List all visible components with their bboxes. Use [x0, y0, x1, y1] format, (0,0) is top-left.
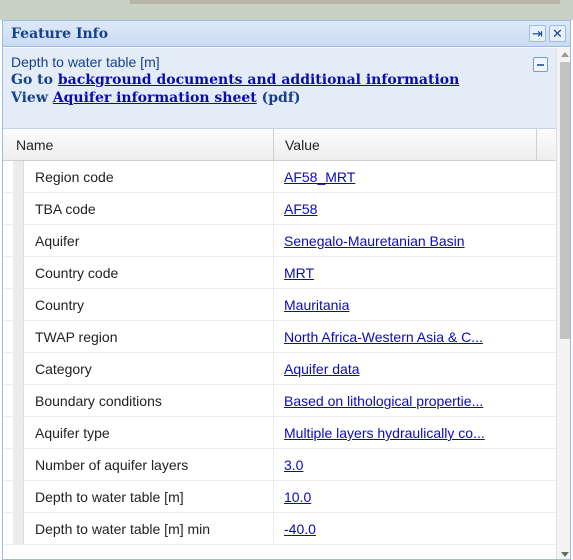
documents-line: Go to background documents and additiona…	[11, 71, 548, 89]
cell-divider	[273, 481, 274, 512]
row-value-link[interactable]: Multiple layers hydraulically co...	[284, 425, 524, 441]
table-row[interactable]: Region code AF58_MRT	[3, 161, 556, 193]
row-handle[interactable]	[13, 353, 24, 384]
column-divider[interactable]	[273, 129, 274, 161]
table-row[interactable]: Number of aquifer layers 3.0	[3, 449, 556, 481]
table-row[interactable]: Boundary conditions Based on lithological…	[3, 385, 556, 417]
documents-prefix: Go to	[11, 72, 58, 88]
cell-divider	[273, 513, 274, 544]
sheet-prefix: View	[11, 90, 53, 106]
cell-divider	[273, 321, 274, 352]
row-handle[interactable]	[13, 257, 24, 288]
column-header-name[interactable]: Name	[16, 137, 53, 153]
cell-divider	[273, 257, 274, 288]
row-name: Category	[35, 361, 92, 377]
row-name: Aquifer	[35, 233, 80, 249]
close-icon[interactable]: ✕	[549, 25, 566, 42]
row-name: TWAP region	[35, 329, 118, 345]
row-value-link[interactable]: Based on lithological propertie...	[284, 393, 524, 409]
row-name: Aquifer type	[35, 425, 110, 441]
table-row[interactable]: Aquifer Senegalo-Mauretanian Basin	[3, 225, 556, 257]
table-row[interactable]: Depth to water table [m] 10.0	[3, 481, 556, 513]
table-row[interactable]: Aquifer type Multiple layers hydraulicall…	[3, 417, 556, 449]
row-value-link[interactable]: AF58_MRT	[284, 169, 524, 185]
layer-info-box: Depth to water table [m] Go to backgroun…	[3, 48, 556, 129]
cell-divider	[273, 449, 274, 480]
table-row[interactable]: Country code MRT	[3, 257, 556, 289]
scroll-up-icon[interactable]	[561, 52, 569, 57]
vertical-scrollbar[interactable]	[556, 48, 570, 559]
row-handle[interactable]	[13, 289, 24, 320]
cell-divider	[273, 417, 274, 448]
cell-divider	[273, 225, 274, 256]
map-background-strip	[0, 0, 573, 20]
row-value-link[interactable]: North Africa-Western Asia & C...	[284, 329, 524, 345]
row-value-link[interactable]: 3.0	[284, 457, 524, 473]
panel-title: Feature Info	[11, 26, 109, 42]
table-row[interactable]: TBA code AF58	[3, 193, 556, 225]
row-name: Region code	[35, 169, 114, 185]
sheet-suffix: (pdf)	[256, 90, 301, 106]
row-name: Depth to water table [m]	[35, 489, 184, 505]
map-band	[130, 0, 560, 4]
cell-divider	[273, 353, 274, 384]
row-value-link[interactable]: Senegalo-Mauretanian Basin	[284, 233, 524, 249]
row-name: Number of aquifer layers	[35, 457, 189, 473]
panel-header: Feature Info ⇥ ✕	[3, 21, 570, 47]
row-value-link[interactable]: Mauritania	[284, 297, 524, 313]
cell-divider	[273, 161, 274, 192]
row-handle[interactable]	[13, 513, 24, 544]
row-name: Depth to water table [m] min	[35, 521, 211, 537]
cell-divider	[273, 193, 274, 224]
row-name: Country	[35, 297, 85, 313]
row-handle[interactable]	[13, 193, 24, 224]
table-row[interactable]: Depth to water table [m] min -40.0	[3, 513, 556, 545]
table-row[interactable]: Category Aquifer data	[3, 353, 556, 385]
grid-header: Name Value	[3, 129, 556, 161]
table-row[interactable]: Country Mauritania	[3, 289, 556, 321]
row-handle[interactable]	[13, 481, 24, 512]
aquifer-sheet-link[interactable]: Aquifer information sheet	[53, 90, 257, 106]
cell-divider	[273, 289, 274, 320]
row-handle[interactable]	[13, 161, 24, 192]
background-documents-link[interactable]: background documents and additional info…	[58, 72, 459, 88]
grid-rows: Region code AF58_MRT TBA code AF58 Aquifer…	[3, 161, 556, 545]
table-row[interactable]: TWAP region North Africa-Western Asia & C…	[3, 321, 556, 353]
row-name: Boundary conditions	[35, 393, 162, 409]
row-name: TBA code	[35, 201, 96, 217]
pin-icon[interactable]: ⇥	[529, 25, 546, 42]
column-divider[interactable]	[536, 129, 537, 161]
row-value-link[interactable]: AF58	[284, 201, 524, 217]
row-name: Country code	[35, 265, 119, 281]
row-value-link[interactable]: 10.0	[284, 489, 524, 505]
row-value-link[interactable]: Aquifer data	[284, 361, 524, 377]
layer-name: Depth to water table [m]	[11, 54, 160, 70]
scroll-thumb[interactable]	[560, 62, 570, 339]
row-value-link[interactable]: -40.0	[284, 521, 524, 537]
cell-divider	[273, 385, 274, 416]
row-handle[interactable]	[13, 417, 24, 448]
row-handle[interactable]	[13, 321, 24, 352]
row-handle[interactable]	[13, 385, 24, 416]
panel-body: Depth to water table [m] Go to backgroun…	[3, 48, 556, 559]
row-value-link[interactable]: MRT	[284, 265, 524, 281]
column-header-value[interactable]: Value	[285, 137, 320, 153]
row-handle[interactable]	[13, 449, 24, 480]
scroll-down-icon[interactable]	[561, 552, 569, 557]
sheet-line: View Aquifer information sheet (pdf)	[11, 89, 548, 107]
collapse-icon[interactable]	[533, 57, 548, 72]
feature-info-panel: Feature Info ⇥ ✕ Depth to water table [m…	[2, 20, 571, 560]
row-handle[interactable]	[13, 225, 24, 256]
